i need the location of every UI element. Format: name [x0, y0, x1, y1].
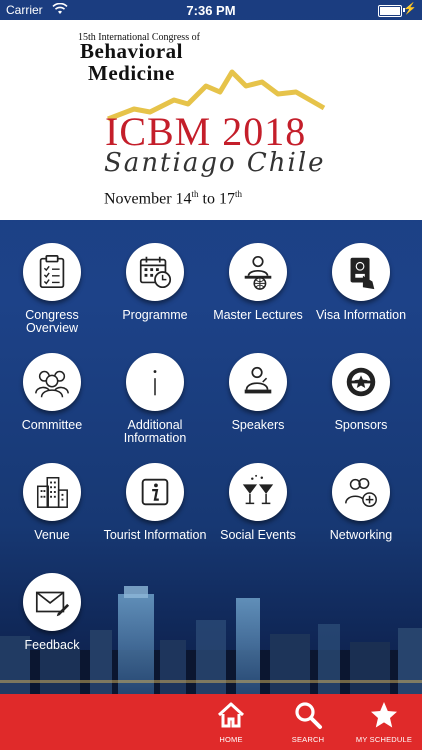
- congress-overview-circle: [23, 243, 81, 301]
- master-lectures-label: Master Lectures: [213, 308, 303, 322]
- tab-my-schedule-label: MY SCHEDULE: [355, 735, 413, 744]
- programme-circle: [126, 243, 184, 301]
- info-box-icon: [141, 478, 169, 506]
- additional-information-circle: [126, 353, 184, 411]
- social-events-circle: [229, 463, 287, 521]
- congress-city: Santiago Chile: [104, 148, 326, 178]
- dates-start: November 14: [104, 190, 192, 208]
- envelope-pen-icon: [35, 591, 70, 617]
- menu-sponsors[interactable]: Sponsors: [309, 353, 413, 432]
- info-icon: [153, 370, 157, 396]
- menu-congress-overview[interactable]: Congress Overview: [0, 243, 104, 334]
- clock-time: 7:36 PM: [186, 3, 236, 18]
- menu-tourist-information[interactable]: Tourist Information: [103, 463, 207, 542]
- menu-visa-information[interactable]: Visa Information: [309, 243, 413, 322]
- charging-icon: ⚡: [403, 3, 417, 15]
- dates-sup-end: th: [235, 189, 243, 199]
- tab-search-label: SEARCH: [291, 735, 325, 744]
- feedback-label: Feedback: [24, 638, 80, 652]
- feedback-circle: [23, 573, 81, 631]
- menu-speakers[interactable]: Speakers: [206, 353, 310, 432]
- tab-search[interactable]: SEARCH: [278, 700, 338, 744]
- programme-label: Programme: [122, 308, 188, 322]
- dates-sup-start: th: [191, 189, 199, 199]
- passport-visa-icon: [350, 257, 375, 290]
- networking-label: Networking: [329, 528, 393, 542]
- visa-information-label: Visa Information: [315, 308, 407, 322]
- calendar-clock-icon: [139, 256, 172, 289]
- app-screen: Carrier 7:36 PM ⚡ 15th International Con…: [0, 0, 422, 750]
- add-contact-icon: [345, 477, 377, 508]
- status-bar: Carrier 7:36 PM ⚡: [0, 0, 422, 20]
- tab-my-schedule[interactable]: MY SCHEDULE: [354, 700, 414, 744]
- speakers-label: Speakers: [231, 418, 285, 432]
- social-events-label: Social Events: [220, 528, 296, 542]
- star-badge-icon: [346, 367, 376, 397]
- group-people-icon: [35, 370, 69, 398]
- congress-overview-label: Congress Overview: [25, 308, 79, 335]
- committee-circle: [23, 353, 81, 411]
- menu-additional-information[interactable]: Additional Information: [103, 353, 207, 444]
- clipboard-checklist-icon: [39, 254, 65, 289]
- menu-feedback[interactable]: Feedback: [0, 573, 104, 652]
- battery-icon: [378, 5, 402, 17]
- tab-home[interactable]: HOME: [201, 700, 261, 744]
- venue-circle: [23, 463, 81, 521]
- networking-circle: [332, 463, 390, 521]
- congress-header: 15th International Congress of Behaviora…: [0, 20, 422, 220]
- star-icon: [371, 702, 397, 728]
- cocktail-glasses-icon: [242, 474, 274, 505]
- speaker-podium-icon: [244, 366, 272, 394]
- speakers-circle: [229, 353, 287, 411]
- bottom-tab-bar: HOME SEARCH MY SCHEDULE: [0, 694, 422, 750]
- lecturer-globe-icon: [244, 255, 272, 290]
- tourist-information-label: Tourist Information: [103, 528, 207, 542]
- home-icon: [217, 702, 245, 728]
- menu-committee[interactable]: Committee: [0, 353, 104, 432]
- dates-end: to 17: [198, 190, 235, 208]
- menu-programme[interactable]: Programme: [103, 243, 207, 322]
- buildings-icon: [36, 476, 68, 508]
- menu-master-lectures[interactable]: Master Lectures: [206, 243, 310, 322]
- tourist-information-circle: [126, 463, 184, 521]
- visa-information-circle: [332, 243, 390, 301]
- sponsors-circle: [332, 353, 390, 411]
- committee-label: Committee: [21, 418, 83, 432]
- congress-dates: November 14th to 17th: [104, 189, 242, 208]
- menu-social-events[interactable]: Social Events: [206, 463, 310, 542]
- menu-venue[interactable]: Venue: [0, 463, 104, 542]
- tab-home-label: HOME: [219, 735, 243, 744]
- venue-label: Venue: [34, 528, 70, 542]
- search-icon: [295, 702, 322, 729]
- sponsors-label: Sponsors: [334, 418, 388, 432]
- master-lectures-circle: [229, 243, 287, 301]
- menu-networking[interactable]: Networking: [309, 463, 413, 542]
- additional-information-label: Additional Information: [123, 418, 187, 445]
